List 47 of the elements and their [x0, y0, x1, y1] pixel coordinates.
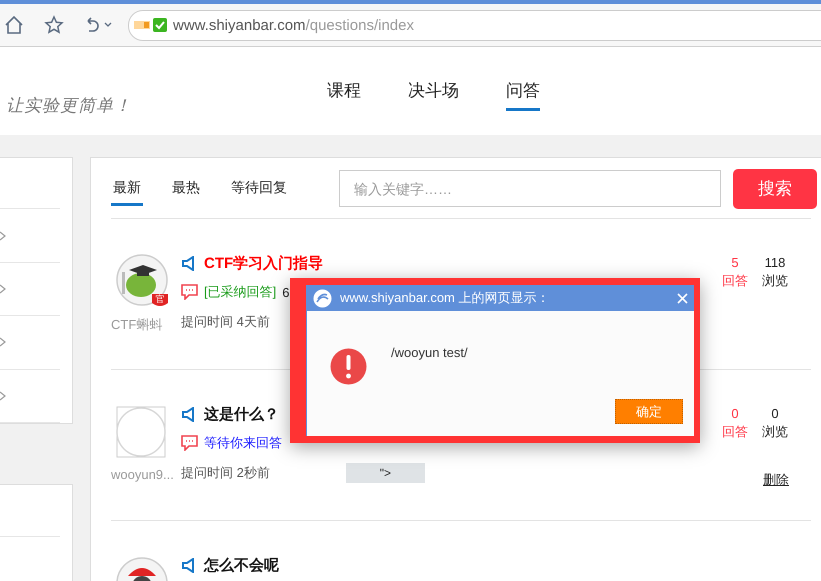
search-button[interactable]: 搜索 [733, 168, 817, 208]
view-label: 浏览 [762, 423, 788, 441]
search-field[interactable]: 输入关键字…… [339, 170, 721, 207]
slogan: 让实验更简单！ [6, 95, 133, 117]
badge: 官 [152, 294, 168, 306]
asked-time: 提问时间 2秒前 [181, 464, 270, 482]
mascot-avatar-drawing [116, 254, 168, 306]
answer-count: 0 [731, 405, 739, 423]
chevron-icon[interactable] [0, 390, 6, 401]
close-icon[interactable] [677, 292, 688, 304]
question-title[interactable]: 怎么不会呢 [204, 556, 279, 574]
filter-tab[interactable]: 最新 [111, 171, 143, 206]
nav-link[interactable]: 决斗场 [408, 79, 459, 111]
star-icon[interactable] [44, 15, 64, 35]
view-label: 浏览 [762, 272, 788, 290]
chevron-icon[interactable] [0, 230, 6, 241]
answer-label: 回答 [722, 272, 748, 290]
view-count: 118 [764, 254, 786, 272]
zoom-badge-icon [133, 18, 151, 32]
answer-label: 回答 [722, 423, 748, 441]
browser-logo-icon [313, 288, 332, 308]
filter-tab[interactable]: 等待回复 [229, 171, 289, 206]
dialog-title: www.shiyanbar.com 上的网页显示： [340, 289, 550, 307]
home-icon[interactable] [4, 15, 24, 35]
caret-icon[interactable] [104, 22, 112, 28]
asked-time: 提问时间 4天前 [181, 313, 270, 331]
injected-snippet: "> [346, 463, 425, 483]
nav-link[interactable]: 课程 [327, 79, 361, 111]
address-bar[interactable]: www.shiyanbar.com/questions/index [128, 10, 821, 40]
chevron-icon[interactable] [0, 337, 6, 348]
dialog-message: /wooyun test/ [391, 345, 468, 362]
error-icon [330, 348, 367, 385]
answer-date: 6 [282, 284, 290, 300]
chevron-icon[interactable] [0, 284, 6, 294]
secure-check-icon [153, 18, 167, 32]
answer-status[interactable]: 等待你来回答 [204, 434, 282, 452]
question-title[interactable]: 这是什么？ [204, 404, 279, 424]
view-count: 0 [771, 405, 779, 423]
filter-tab[interactable]: 最热 [170, 171, 202, 206]
answer-count: 5 [731, 254, 739, 272]
chat-icon [181, 435, 198, 451]
nav-link[interactable]: 问答 [506, 79, 540, 111]
question-title[interactable]: CTF学习入门指导 [204, 254, 324, 272]
delete-link[interactable]: 删除 [763, 471, 789, 489]
url-text: www.shiyanbar.com/questions/index [173, 16, 414, 34]
chat-icon [181, 284, 198, 300]
answer-status[interactable]: [已采纳回答] [204, 283, 276, 301]
